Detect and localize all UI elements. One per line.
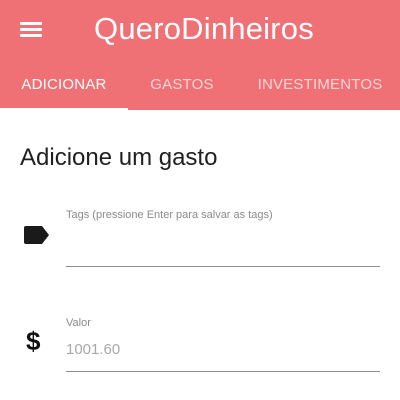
valor-field-label: Valor — [66, 317, 91, 329]
tab-gastos[interactable]: GASTOS — [128, 62, 236, 110]
tab-investimentos[interactable]: INVESTIMENTOS — [244, 62, 396, 110]
page-title: Adicione um gasto — [20, 144, 218, 171]
valor-field: Valor — [66, 316, 380, 376]
app-bar: QueroDinheiros ADICIONAR GASTOS INVESTIM… — [0, 0, 400, 110]
tab-adicionar[interactable]: ADICIONAR — [0, 62, 128, 110]
dollar-icon: $ — [26, 326, 41, 356]
valor-input[interactable] — [66, 337, 380, 361]
active-tab-indicator — [0, 108, 128, 110]
tab-bar: ADICIONAR GASTOS INVESTIMENTOS — [0, 62, 400, 110]
app-screen: QueroDinheiros ADICIONAR GASTOS INVESTIM… — [0, 0, 400, 400]
hamburger-menu-icon[interactable] — [20, 20, 42, 38]
tags-input[interactable] — [66, 235, 380, 259]
tags-field-underline — [66, 266, 380, 267]
app-title: QueroDinheiros — [94, 11, 314, 46]
valor-field-underline — [66, 371, 380, 372]
tags-field: Tags (pressione Enter para salvar as tag… — [66, 208, 380, 270]
tags-field-label: Tags (pressione Enter para salvar as tag… — [66, 209, 273, 221]
label-tag-icon — [24, 226, 49, 244]
